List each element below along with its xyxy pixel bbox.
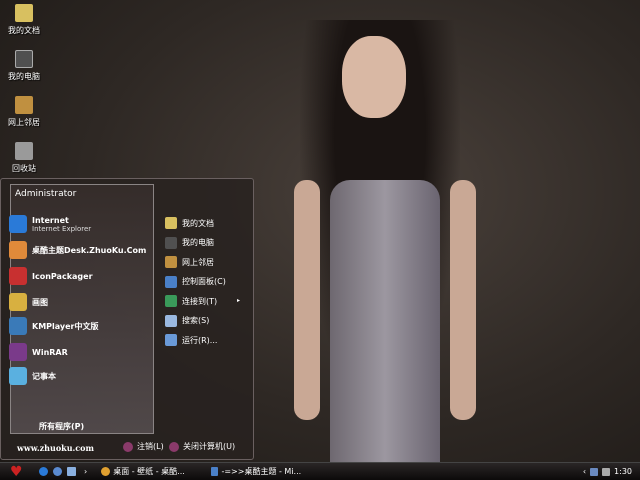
wallpaper-figure (270, 0, 490, 462)
power-icon (169, 441, 179, 452)
place-label: 运行(R)... (182, 335, 218, 345)
place-label: 我的电脑 (182, 238, 214, 247)
program-icon (9, 367, 27, 385)
all-programs-button[interactable]: 所有程序(P) (39, 421, 84, 432)
program-icon (9, 267, 27, 285)
logoff-button[interactable]: 注销(L) (123, 441, 164, 452)
clock[interactable]: 1:30 (614, 467, 632, 476)
taskbar: ♥ › 桌面 - 壁纸 - 桌酷... -=>>桌酷主题 - Mi... ‹ 1… (0, 462, 640, 480)
submenu-arrow-icon: ▸ (237, 297, 241, 304)
program-icon (9, 317, 27, 335)
place-label: 控制面板(C) (182, 277, 226, 286)
program-label: WinRAR (32, 347, 68, 357)
desktop-icon-my-computer[interactable]: 我的电脑 (2, 50, 46, 82)
taskbar-button[interactable]: 桌面 - 壁纸 - 桌酷... (101, 466, 191, 477)
program-item[interactable]: KMPlayer中文版 (9, 317, 99, 335)
places-item[interactable]: 搜索(S) (165, 314, 210, 327)
places-item[interactable]: 我的电脑 (165, 236, 214, 249)
program-label: Internet (32, 215, 69, 225)
volume-icon[interactable] (602, 467, 611, 476)
places-item[interactable]: 连接到(T) (165, 295, 217, 307)
lock-icon (123, 441, 133, 452)
desktop-icon-my-documents[interactable]: 我的文档 (2, 4, 46, 36)
desktop-icon-network[interactable]: 网上邻居 (2, 96, 46, 128)
program-sublabel: Internet Explorer (32, 224, 92, 233)
program-icon (9, 241, 27, 259)
quicklaunch-chevron-icon[interactable]: › (84, 467, 87, 476)
desktop-icon-recycle-bin[interactable]: 回收站 (2, 142, 46, 174)
place-icon (165, 314, 177, 327)
taskbar-button[interactable]: -=>>桌酷主题 - Mi... (211, 466, 301, 477)
place-icon (165, 256, 177, 268)
place-label: 我的文档 (182, 218, 214, 228)
place-icon (165, 275, 177, 288)
place-label: 连接到(T) (182, 296, 218, 306)
places-item[interactable]: 我的文档 (165, 217, 214, 229)
network-icon (15, 96, 33, 114)
network-tray-icon[interactable] (590, 467, 599, 476)
place-icon (165, 217, 177, 229)
places-item[interactable]: 网上邻居 (165, 256, 214, 268)
places-item[interactable]: 控制面板(C) (165, 275, 226, 288)
tray-expand-icon[interactable]: ‹ (583, 467, 586, 476)
ie-quicklaunch-icon[interactable] (39, 467, 48, 476)
program-label: KMPlayer中文版 (32, 321, 99, 331)
place-label: 搜索(S) (182, 316, 210, 325)
shutdown-button[interactable]: 关闭计算机(U) (169, 441, 235, 452)
place-icon (165, 295, 177, 307)
places-item[interactable]: 运行(R)... (165, 334, 217, 346)
place-label: 网上邻居 (182, 257, 214, 267)
program-label: 画图 (32, 297, 48, 307)
place-icon (165, 334, 177, 346)
program-label: 桌酷主题Desk.ZhuoKu.Com (32, 245, 147, 255)
computer-icon (15, 50, 33, 68)
user-name: Administrator (15, 189, 77, 199)
program-item[interactable]: 画图 (9, 293, 48, 311)
folder-icon (15, 4, 33, 22)
program-item[interactable]: Internet Internet Explorer (9, 215, 91, 233)
notepad-quicklaunch-icon[interactable] (67, 467, 76, 476)
program-icon (9, 343, 27, 361)
program-item[interactable]: WinRAR (9, 343, 68, 361)
program-label: IconPackager (32, 271, 93, 281)
recycle-bin-icon (15, 142, 33, 160)
start-button[interactable]: ♥ (10, 464, 34, 480)
system-tray: ‹ 1:30 (583, 467, 632, 476)
program-item[interactable]: 记事本 (9, 367, 56, 385)
place-icon (165, 236, 177, 249)
program-item[interactable]: IconPackager (9, 267, 93, 285)
program-icon (9, 293, 27, 311)
website-label: www.zhuoku.com (17, 443, 94, 453)
program-item[interactable]: 桌酷主题Desk.ZhuoKu.Com (9, 241, 146, 259)
browser-quicklaunch-icon[interactable] (53, 467, 62, 476)
start-menu: Administrator Internet Internet Explorer 桌… (0, 178, 254, 460)
program-icon (9, 215, 27, 233)
chrome-icon (101, 467, 111, 476)
program-label: 记事本 (32, 371, 56, 381)
document-icon (211, 467, 219, 476)
